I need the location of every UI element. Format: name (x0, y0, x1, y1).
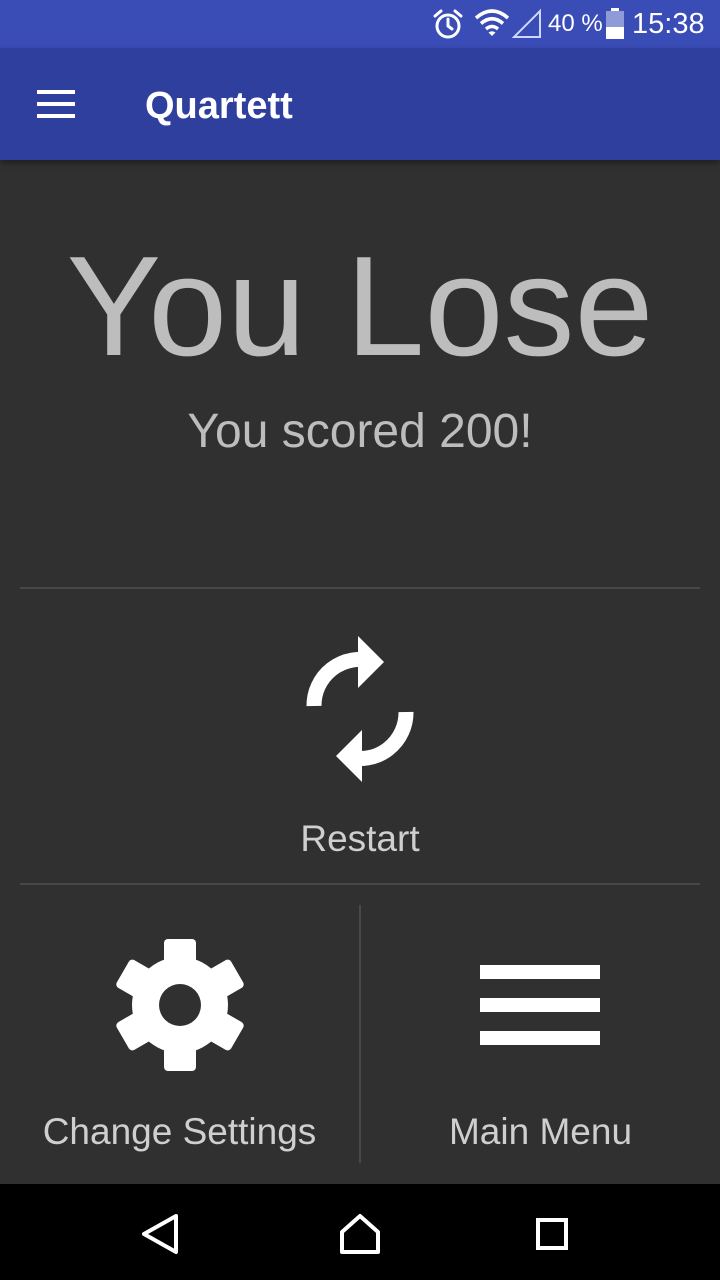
score-text: You scored 200! (187, 405, 533, 458)
app-bar: Quartett (0, 48, 720, 160)
restart-button[interactable]: Restart (20, 589, 700, 883)
back-icon (142, 1214, 178, 1254)
home-button[interactable] (324, 1196, 396, 1268)
gear-icon (116, 939, 244, 1071)
status-bar: 40 % 15:38 (0, 0, 720, 48)
clock: 15:38 (632, 8, 705, 40)
change-settings-button[interactable]: Change Settings (0, 885, 359, 1184)
main-menu-label: Main Menu (448, 1111, 633, 1152)
alarm-icon (433, 9, 463, 39)
home-icon (340, 1214, 380, 1254)
signal-icon (512, 8, 541, 38)
back-button[interactable] (124, 1196, 196, 1268)
wifi-icon (474, 9, 510, 36)
recents-icon (536, 1218, 568, 1250)
change-settings-label: Change Settings (42, 1111, 317, 1152)
app-title: Quartett (145, 85, 293, 127)
result-title: You Lose (66, 227, 654, 386)
recents-button[interactable] (516, 1196, 588, 1268)
battery-percent: 40 % (548, 10, 603, 37)
battery-icon (606, 8, 624, 39)
main-menu-button[interactable]: Main Menu (361, 885, 720, 1184)
restart-label: Restart (300, 818, 420, 859)
refresh-icon (306, 636, 414, 782)
hamburger-menu-icon (37, 90, 75, 118)
menu-lines-icon (480, 965, 600, 1045)
navigation-drawer-button[interactable] (20, 68, 92, 140)
system-navigation-bar (0, 1184, 720, 1280)
app-screen: 40 % 15:38 Quartett You Lose You scored … (0, 0, 720, 1280)
